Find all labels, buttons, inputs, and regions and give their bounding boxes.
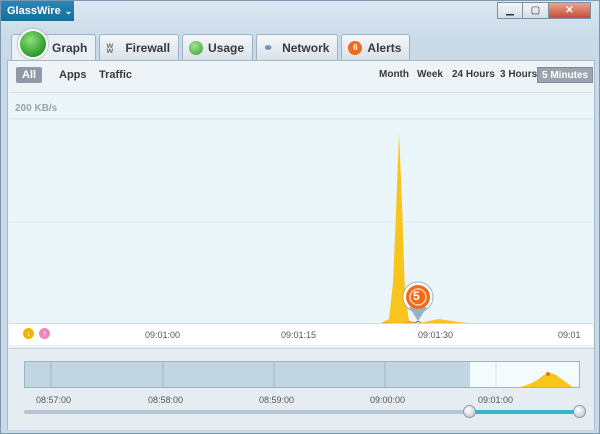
app-menu-label: GlassWire: [7, 5, 61, 17]
traffic-graph-svg: [9, 118, 593, 325]
tab-usage[interactable]: Usage: [182, 34, 254, 60]
chevron-down-icon: ⌄: [64, 6, 73, 16]
timeline-left-handle[interactable]: [463, 405, 476, 418]
range-24-hours[interactable]: 24 Hours: [448, 67, 499, 83]
tick-label: 09:01:00: [145, 330, 181, 340]
filter-all[interactable]: All: [16, 67, 43, 83]
firewall-icon: ʬ: [106, 40, 114, 56]
overview-label: 08:57:00: [36, 395, 72, 405]
time-axis: ↓ ↑ 09:01:00 09:01:15 09:01:30 09:01: [9, 323, 593, 345]
overview-strip[interactable]: [24, 361, 580, 388]
graph-panel: All Apps Traffic Month Week 24 Hours 3 H…: [7, 60, 595, 430]
overview-alert-dot: [546, 372, 550, 376]
range-month[interactable]: Month: [375, 67, 413, 83]
window-controls: ▁ ▢ ✕: [497, 2, 591, 19]
range-3-hours[interactable]: 3 Hours: [496, 67, 541, 83]
overview-label: 08:58:00: [148, 395, 184, 405]
tab-graph[interactable]: Graph: [11, 29, 97, 61]
app-window: GlassWire ⌄ ▁ ▢ ✕ Graph ʬ Firewall Usage …: [0, 0, 600, 434]
timeline-overview: 08:57:00 08:58:00 08:59:00 09:00:00 09:0…: [8, 348, 594, 430]
overview-label: 09:01:00: [478, 395, 514, 405]
overview-selection[interactable]: [470, 362, 579, 387]
filter-traffic[interactable]: Traffic: [93, 67, 138, 83]
tab-firewall-label: Firewall: [125, 40, 171, 55]
traffic-graph[interactable]: 200 KB/s 5: [9, 92, 593, 325]
alerts-icon: 6: [348, 40, 363, 55]
overview-traffic-area: [520, 373, 573, 387]
overview-selection-svg: [495, 362, 573, 387]
range-5-minutes[interactable]: 5 Minutes: [537, 67, 594, 83]
download-legend-icon[interactable]: ↓: [23, 328, 34, 339]
alert-marker-count: 5: [413, 289, 420, 303]
close-button[interactable]: ✕: [549, 2, 591, 19]
timeline-right-handle[interactable]: [573, 405, 586, 418]
tick-label: 09:01: [558, 330, 581, 340]
minimize-button[interactable]: ▁: [497, 2, 523, 19]
tab-bar: Graph ʬ Firewall Usage ⚭ Network 6 Alert…: [11, 29, 413, 61]
timeline-scrollbar[interactable]: [24, 410, 580, 414]
tick-label: 09:01:15: [281, 330, 317, 340]
timeline-scrollbar-selection: [469, 410, 580, 414]
usage-icon: [189, 40, 204, 55]
network-icon: ⚭: [263, 40, 274, 55]
overview-label: 08:59:00: [259, 395, 295, 405]
tab-usage-label: Usage: [208, 40, 245, 55]
tab-network[interactable]: ⚭ Network: [256, 34, 339, 60]
upload-legend-icon[interactable]: ↑: [39, 328, 50, 339]
maximize-button[interactable]: ▢: [523, 2, 549, 19]
tab-firewall[interactable]: ʬ Firewall: [99, 34, 180, 60]
app-menu-button[interactable]: GlassWire ⌄: [1, 1, 74, 21]
range-week[interactable]: Week: [413, 67, 447, 83]
filter-bar: All Apps Traffic Month Week 24 Hours 3 H…: [8, 61, 594, 89]
tab-network-label: Network: [282, 40, 330, 55]
filter-apps[interactable]: Apps: [53, 67, 93, 83]
tab-alerts-label: Alerts: [367, 40, 402, 55]
tab-graph-label: Graph: [52, 41, 88, 55]
graph-icon: [18, 29, 48, 59]
overview-label: 09:00:00: [370, 395, 406, 405]
tab-alerts[interactable]: 6 Alerts: [341, 34, 411, 60]
tick-label: 09:01:30: [418, 330, 454, 340]
